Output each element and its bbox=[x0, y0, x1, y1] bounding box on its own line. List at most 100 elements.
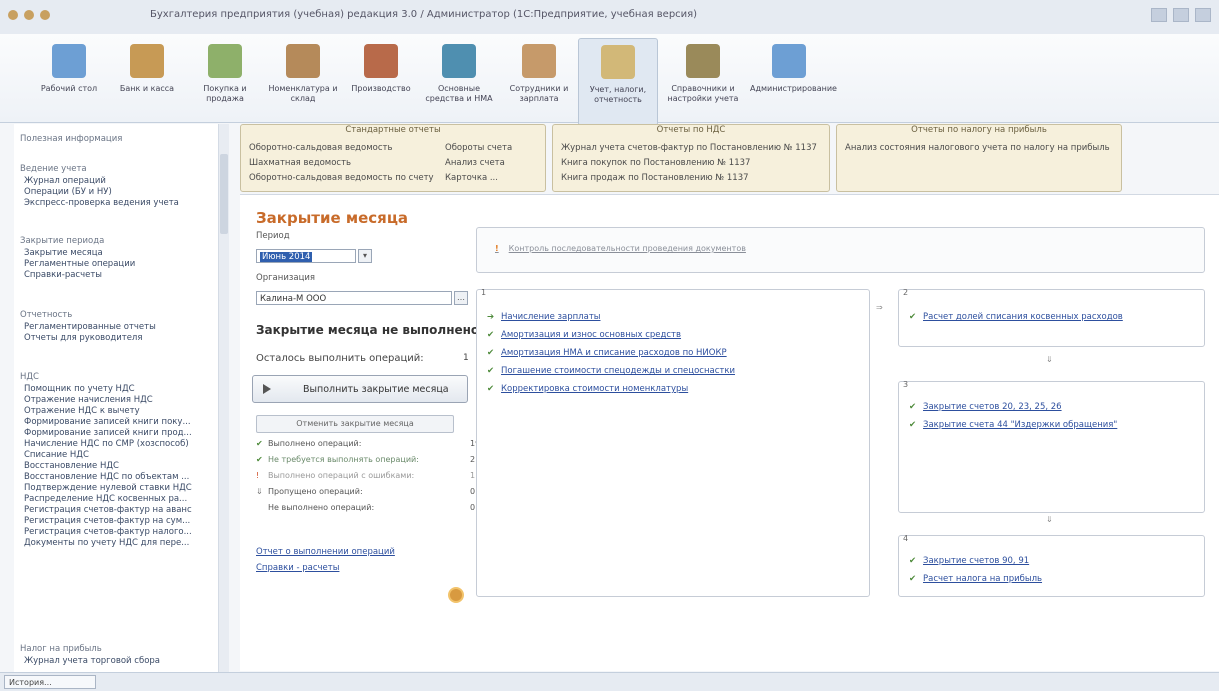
operations-panel-2: 2 ✔ Расчет долей списания косвенных расхо… bbox=[898, 288, 1205, 347]
ribbon-item-settings[interactable]: Справочники и настройки учета bbox=[664, 44, 742, 104]
report-link[interactable]: Книга продаж по Постановлению № 1137 bbox=[561, 173, 749, 184]
books-icon bbox=[686, 44, 720, 78]
report-link[interactable]: Книга покупок по Постановлению № 1137 bbox=[561, 158, 750, 169]
sidebar-item-manager-reports[interactable]: Отчеты для руководителя bbox=[24, 333, 142, 344]
cart-icon bbox=[208, 44, 242, 78]
ribbon-item-bank[interactable]: Банк и касса bbox=[108, 44, 186, 94]
operations-panel-4: 4 ✔ Закрытие счетов 90, 91 ✔ Расчет налога… bbox=[898, 534, 1205, 597]
sidebar-item-vat-13[interactable]: Регистрация счетов-фактур налого... bbox=[24, 527, 192, 538]
ribbon-item-production[interactable]: Производство bbox=[342, 44, 420, 94]
assets-icon bbox=[442, 44, 476, 78]
sidebar-item-journal[interactable]: Журнал операций bbox=[24, 176, 106, 187]
sidebar-item-vat-4[interactable]: Формирование записей книги прод... bbox=[24, 428, 192, 439]
ribbon-item-warehouse[interactable]: Номенклатура и склад bbox=[264, 44, 342, 104]
sidebar-item-calc-references[interactable]: Справки-расчеты bbox=[24, 270, 102, 281]
cancel-month-close-button[interactable]: Отменить закрытие месяца bbox=[256, 415, 454, 433]
sequence-control-link[interactable]: ! Контроль последовательности проведения … bbox=[495, 244, 746, 253]
organization-field[interactable]: Калина-М ООО bbox=[256, 291, 452, 305]
scrollbar-thumb[interactable] bbox=[220, 154, 228, 234]
sidebar-item-vat-0[interactable]: Помощник по учету НДС bbox=[24, 384, 135, 395]
ribbon-item-employees[interactable]: Сотрудники и зарплата bbox=[500, 44, 578, 104]
sidebar-section-useful-info[interactable]: Полезная информация bbox=[20, 134, 122, 145]
sidebar-item-vat-7[interactable]: Восстановление НДС bbox=[24, 461, 119, 472]
minimize-icon[interactable] bbox=[1151, 8, 1167, 22]
sidebar-item-vat-14[interactable]: Документы по учету НДС для пере... bbox=[24, 538, 189, 549]
operation-link[interactable]: ✔ Погашение стоимости спецодежды и спецос… bbox=[487, 366, 735, 376]
sidebar-item-vat-11[interactable]: Регистрация счетов-фактур на аванс bbox=[24, 505, 192, 516]
sidebar-item-regular-ops[interactable]: Регламентные операции bbox=[24, 259, 135, 270]
operation-link[interactable]: ✔ Закрытие счетов 90, 91 bbox=[909, 556, 1029, 566]
report-link[interactable]: Оборотно-сальдовая ведомость bbox=[249, 143, 393, 154]
operation-link[interactable]: ✔ Расчет налога на прибыль bbox=[909, 574, 1042, 584]
settings-gear-icon[interactable] bbox=[448, 587, 464, 603]
report-link[interactable]: Оборотно-сальдовая ведомость по счету bbox=[249, 173, 434, 184]
operation-link[interactable]: ✔ Корректировка стоимости номенклатуры bbox=[487, 384, 688, 394]
remaining-ops-label: Осталось выполнить операций: bbox=[256, 353, 424, 364]
sidebar: Полезная информация Ведение учета Журнал… bbox=[14, 124, 229, 672]
profit-reports-panel: Отчеты по налогу на прибыль Анализ состо… bbox=[836, 124, 1122, 192]
report-link[interactable]: Карточка ... bbox=[445, 173, 498, 184]
maximize-icon[interactable] bbox=[1173, 8, 1189, 22]
report-link[interactable]: Анализ счета bbox=[445, 158, 505, 169]
operation-link[interactable]: ✔ Расчет долей списания косвенных расходо… bbox=[909, 312, 1123, 322]
bottom-bar: История... bbox=[0, 672, 1219, 691]
factory-icon bbox=[364, 44, 398, 78]
close-icon[interactable] bbox=[1195, 8, 1211, 22]
back-icon[interactable] bbox=[24, 10, 34, 20]
period-dropdown-icon[interactable]: ▾ bbox=[358, 249, 372, 263]
report-link[interactable]: Шахматная ведомость bbox=[249, 158, 351, 169]
forward-icon[interactable] bbox=[40, 10, 50, 20]
sidebar-item-vat-10[interactable]: Распределение НДС косвенных ра... bbox=[24, 494, 187, 505]
operations-report-link[interactable]: Отчет о выполнении операций bbox=[256, 547, 395, 557]
connector-arrow: ⇓ bbox=[1046, 515, 1053, 524]
month-close-form: Закрытие месяца Период Июнь 2014 ▾ Орган… bbox=[240, 194, 1219, 671]
home-icon[interactable] bbox=[8, 10, 18, 20]
operation-link[interactable]: ➔ Начисление зарплаты bbox=[487, 312, 600, 322]
ribbon-item-sales[interactable]: Покупка и продажа bbox=[186, 44, 264, 104]
window-title: Бухгалтерия предприятия (учебная) редакц… bbox=[150, 9, 698, 20]
sidebar-item-profit-0[interactable]: Журнал учета торговой сбора bbox=[24, 656, 160, 667]
vat-reports-title: Отчеты по НДС bbox=[656, 125, 726, 135]
report-link[interactable]: Обороты счета bbox=[445, 143, 512, 154]
window-controls bbox=[1151, 8, 1211, 22]
sidebar-section-profit-tax: Налог на прибыль bbox=[20, 644, 102, 654]
ribbon-item-desktop[interactable]: Рабочий стол bbox=[30, 44, 108, 94]
sidebar-item-express-check[interactable]: Экспресс-проверка ведения учета bbox=[24, 198, 179, 209]
ribbon-item-assets[interactable]: Основные средства и НМА bbox=[420, 44, 498, 104]
sidebar-item-vat-6[interactable]: Списание НДС bbox=[24, 450, 89, 461]
operation-link[interactable]: ✔ Амортизация НМА и списание расходов по … bbox=[487, 348, 727, 358]
sidebar-item-operations[interactable]: Операции (БУ и НУ) bbox=[24, 187, 112, 198]
ribbon-item-admin[interactable]: Администрирование bbox=[750, 44, 837, 94]
bank-icon bbox=[130, 44, 164, 78]
warehouse-icon bbox=[286, 44, 320, 78]
organization-select-icon[interactable]: … bbox=[454, 291, 468, 305]
period-field[interactable]: Июнь 2014 bbox=[256, 249, 356, 263]
run-month-close-button[interactable]: Выполнить закрытие месяца bbox=[252, 375, 468, 403]
report-link[interactable]: Журнал учета счетов-фактур по Постановле… bbox=[561, 143, 817, 154]
sidebar-item-vat-3[interactable]: Формирование записей книги поку... bbox=[24, 417, 191, 428]
operation-link[interactable]: ✔ Закрытие счетов 20, 23, 25, 26 bbox=[909, 402, 1062, 412]
report-link[interactable]: Анализ состояния налогового учета по нал… bbox=[845, 143, 1110, 154]
sidebar-item-reg-reports[interactable]: Регламентированные отчеты bbox=[24, 322, 156, 333]
ribbon-item-taxes[interactable]: Учет, налоги, отчетность bbox=[578, 38, 658, 126]
sidebar-item-vat-9[interactable]: Подтверждение нулевой ставки НДС bbox=[24, 483, 192, 494]
sidebar-scrollbar[interactable] bbox=[218, 124, 229, 672]
calc-references-link[interactable]: Справки - расчеты bbox=[256, 563, 339, 573]
operation-link[interactable]: ✔ Закрытие счета 44 "Издержки обращения" bbox=[909, 420, 1117, 430]
sidebar-item-month-close[interactable]: Закрытие месяца bbox=[24, 248, 103, 259]
standard-reports-panel: Стандартные отчеты Оборотно-сальдовая ве… bbox=[240, 124, 546, 192]
sidebar-item-vat-5[interactable]: Начисление НДС по СМР (хозспособ) bbox=[24, 439, 189, 450]
operation-link[interactable]: ✔ Амортизация и износ основных средств bbox=[487, 330, 681, 340]
stat-errors: ! Выполнено операций с ошибками: 1 bbox=[256, 471, 476, 480]
sidebar-item-vat-2[interactable]: Отражение НДС к вычету bbox=[24, 406, 140, 417]
sidebar-item-vat-12[interactable]: Регистрация счетов-фактур на сум... bbox=[24, 516, 190, 527]
tax-icon bbox=[601, 45, 635, 79]
sidebar-item-vat-8[interactable]: Восстановление НДС по объектам ... bbox=[24, 472, 189, 483]
sidebar-section-reporting: Отчетность bbox=[20, 310, 73, 320]
stat-skipped: ⇓ Пропущено операций: 0 bbox=[256, 487, 476, 496]
history-button[interactable]: История... bbox=[4, 675, 96, 689]
section-ribbon: Рабочий стол Банк и касса Покупка и прод… bbox=[0, 34, 1219, 126]
operations-panel-3: 3 ✔ Закрытие счетов 20, 23, 25, 26 ✔ Закры… bbox=[898, 380, 1205, 513]
sidebar-item-vat-1[interactable]: Отражение начисления НДС bbox=[24, 395, 153, 406]
play-icon bbox=[263, 384, 271, 394]
